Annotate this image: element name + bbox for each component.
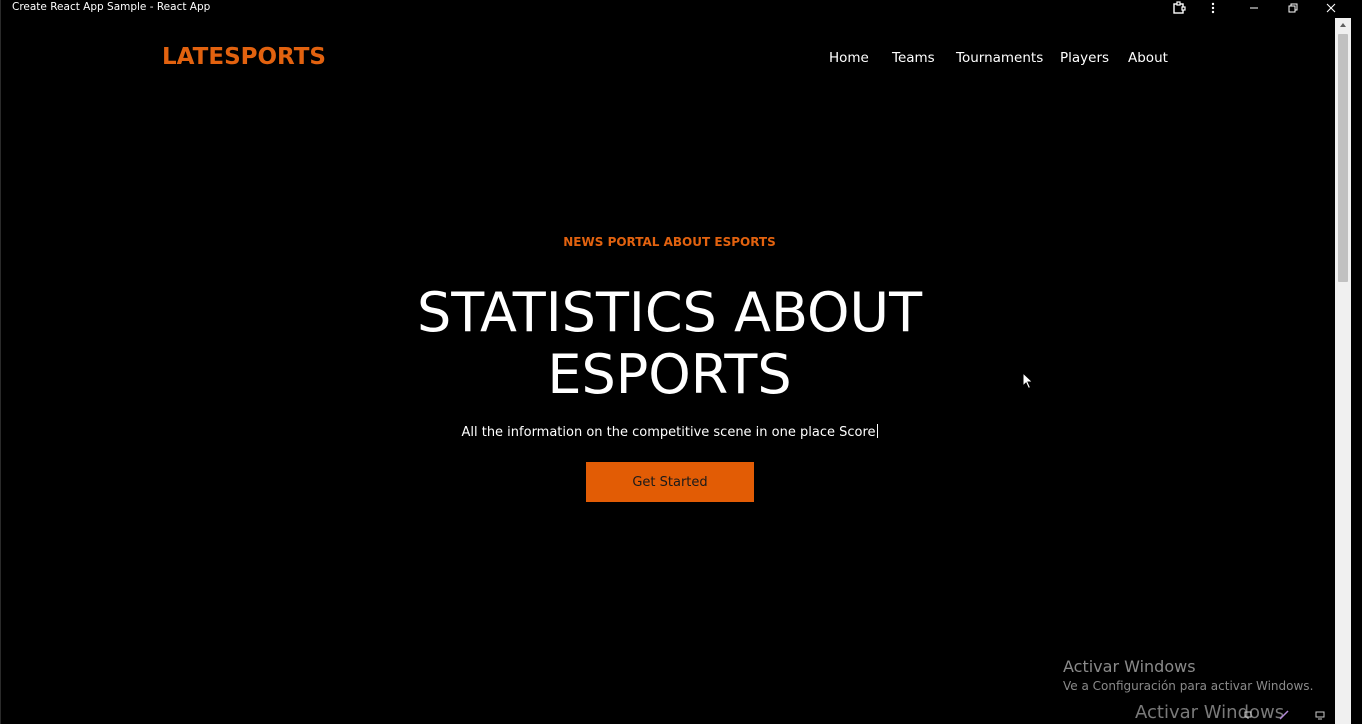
activation-watermark-title: Activar Windows (1063, 657, 1196, 676)
hero-headline: STATISTICS ABOUT ESPORTS (416, 281, 923, 406)
nav-home-link[interactable]: Home (829, 50, 869, 66)
extensions-icon[interactable] (1167, 0, 1191, 16)
mouse-cursor-icon (1022, 372, 1034, 390)
browser-window: Create React App Sample - React App LATE… (0, 0, 1362, 724)
activation-watermark-subtitle: Ve a Configuración para activar Windows. (1063, 679, 1314, 693)
pen-icon[interactable] (1279, 710, 1289, 720)
nav-tournaments-link[interactable]: Tournaments (956, 50, 1043, 66)
get-started-button[interactable]: Get Started (586, 462, 754, 502)
nav-players-link[interactable]: Players (1060, 50, 1109, 66)
close-icon[interactable] (1319, 0, 1343, 16)
more-options-icon[interactable] (1201, 0, 1225, 16)
network-icon[interactable] (1243, 710, 1253, 720)
hero-subtitle-text: All the information on the competitive s… (461, 425, 876, 440)
window-title: Create React App Sample - React App (12, 1, 211, 13)
nav-about-link[interactable]: About (1128, 50, 1168, 66)
main-nav: Home Teams Tournaments Players About (1, 50, 1362, 70)
hero-subtitle: All the information on the competitive s… (1, 424, 1338, 440)
scrollbar-thumb[interactable] (1338, 34, 1348, 282)
vertical-scrollbar[interactable] (1335, 18, 1351, 724)
typing-caret (876, 424, 878, 438)
minimize-icon[interactable] (1242, 0, 1266, 16)
display-icon[interactable] (1315, 710, 1325, 720)
window-edge (1351, 18, 1362, 724)
nav-teams-link[interactable]: Teams (892, 50, 935, 66)
hero-eyebrow: NEWS PORTAL ABOUT ESPORTS (563, 235, 776, 249)
title-bar: Create React App Sample - React App (1, 0, 1362, 18)
restore-icon[interactable] (1281, 0, 1305, 16)
scroll-up-icon[interactable] (1335, 18, 1351, 32)
